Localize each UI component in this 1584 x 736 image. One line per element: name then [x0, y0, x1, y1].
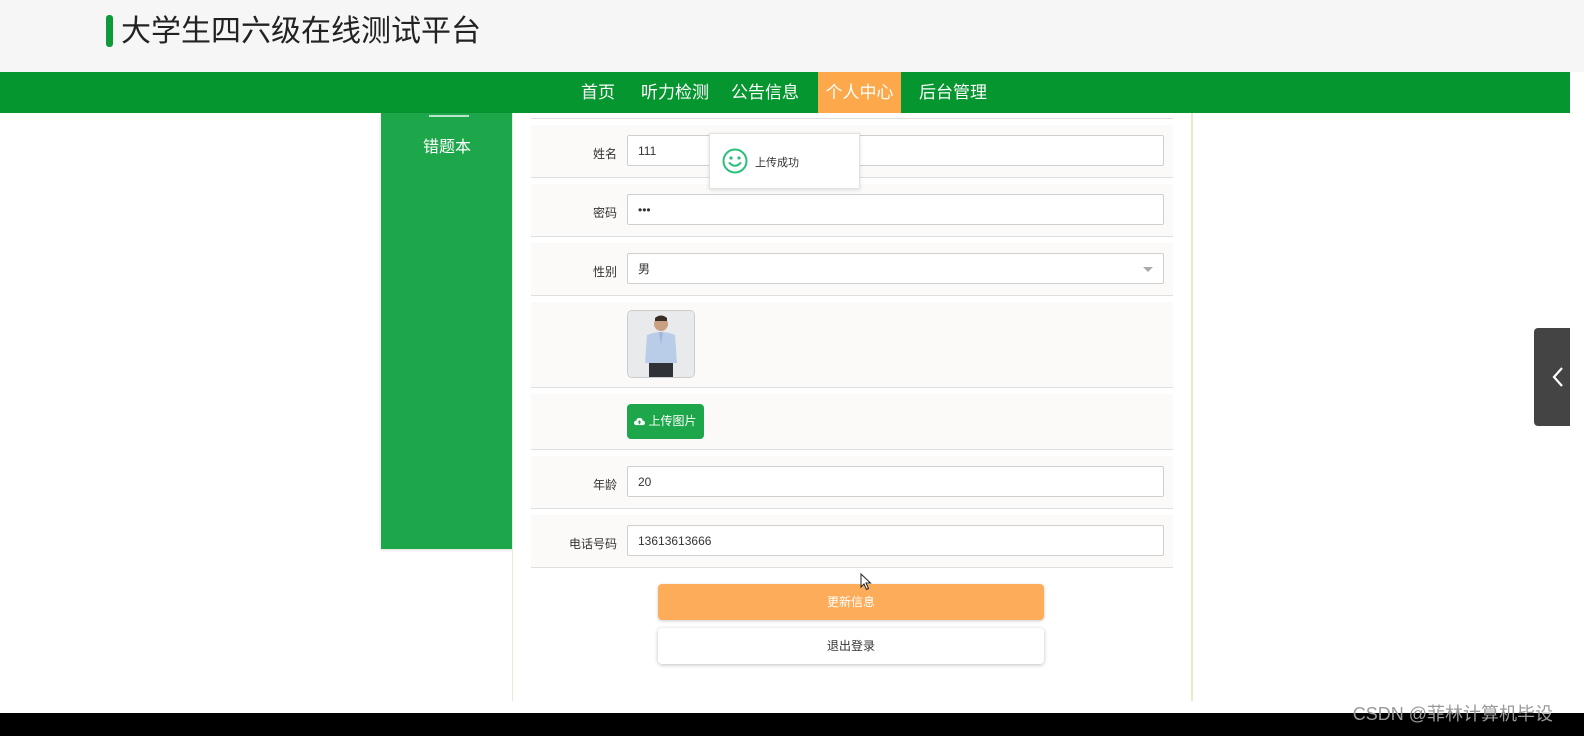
profile-form-panel: 姓名 111 密码 ••• 性别 男 上传图片 年龄 20 电话号码 13613…	[512, 113, 1193, 701]
avatar-preview	[627, 310, 695, 378]
nav-item-listening[interactable]: 听力检测	[636, 72, 714, 113]
bottom-black-strip	[0, 713, 1584, 736]
site-header: 大学生四六级在线测试平台	[0, 0, 1584, 72]
form-row-password: 密码 •••	[531, 184, 1173, 237]
sidebar: 错题本	[381, 113, 513, 549]
name-label: 姓名	[592, 147, 617, 161]
sidebar-item-wrong-questions[interactable]: 错题本	[381, 133, 513, 157]
main-nav: 首页 听力检测 公告信息 个人中心 后台管理	[0, 72, 1570, 113]
toast-message: 上传成功	[755, 157, 799, 169]
form-row-avatar	[531, 302, 1173, 388]
mouse-cursor-icon	[860, 573, 872, 591]
phone-input[interactable]: 13613613666	[627, 525, 1164, 556]
logout-button[interactable]: 退出登录	[658, 628, 1044, 664]
form-row-age: 年龄 20	[531, 456, 1173, 509]
site-title: 大学生四六级在线测试平台	[121, 15, 481, 48]
upload-button-label: 上传图片	[648, 414, 697, 428]
gender-label: 性别	[592, 265, 617, 279]
cloud-upload-icon	[634, 417, 646, 426]
avatar-person-icon	[628, 311, 694, 377]
side-panel-toggle[interactable]	[1534, 328, 1570, 426]
form-row-upload: 上传图片	[531, 394, 1173, 450]
password-label: 密码	[592, 206, 617, 220]
phone-label: 电话号码	[568, 537, 617, 551]
upload-success-toast: 上传成功	[709, 133, 860, 189]
nav-item-announcements[interactable]: 公告信息	[726, 72, 804, 113]
age-input[interactable]: 20	[627, 466, 1164, 497]
age-label: 年龄	[592, 478, 617, 492]
nav-item-home[interactable]: 首页	[573, 72, 623, 113]
nav-item-admin[interactable]: 后台管理	[914, 72, 992, 113]
page-scroll-gutter	[1570, 72, 1584, 713]
password-input[interactable]: •••	[627, 194, 1164, 225]
upload-image-button[interactable]: 上传图片	[627, 404, 704, 439]
chevron-down-icon	[1143, 267, 1153, 272]
smile-icon	[722, 148, 748, 174]
form-row-gender: 性别 男	[531, 243, 1173, 296]
gender-select[interactable]: 男	[627, 253, 1164, 284]
form-row-phone: 电话号码 13613613666	[531, 515, 1173, 568]
update-info-button[interactable]: 更新信息	[658, 584, 1044, 620]
gender-value: 男	[638, 262, 651, 276]
nav-item-personal-center[interactable]: 个人中心	[818, 72, 901, 113]
chevron-left-icon	[1552, 367, 1563, 387]
csdn-watermark: CSDN @菲林计算机毕设	[1352, 704, 1553, 724]
divider	[531, 118, 1173, 119]
title-accent-bar	[106, 15, 113, 47]
name-input[interactable]: 111	[627, 135, 1164, 166]
sidebar-clipped-item	[429, 109, 469, 117]
